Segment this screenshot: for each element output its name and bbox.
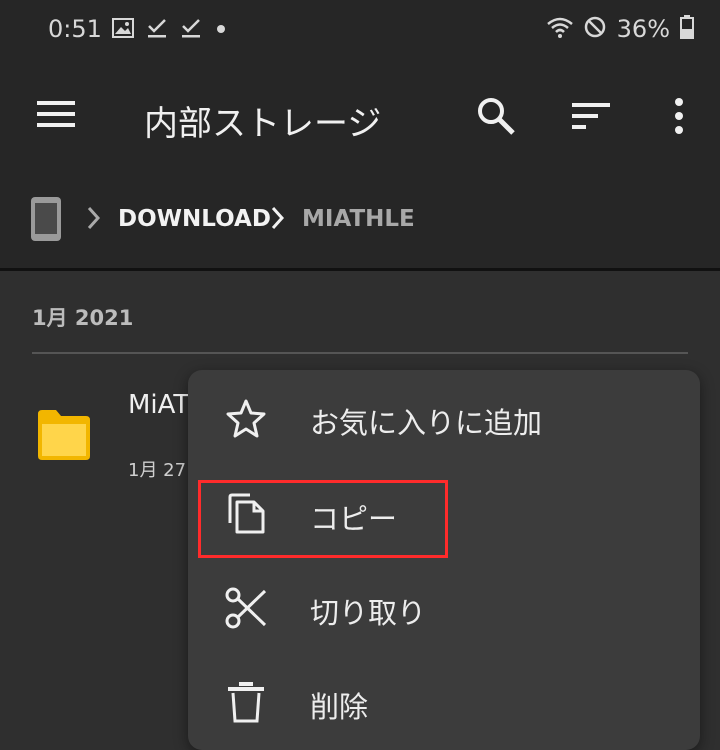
- file-name: MiAT: [128, 390, 190, 420]
- battery-percent: 36%: [616, 15, 670, 43]
- search-icon[interactable]: [474, 94, 518, 138]
- folder-icon: [38, 410, 90, 464]
- trash-icon: [224, 680, 268, 724]
- chevron-right-icon: [86, 205, 102, 235]
- dot-icon: [214, 21, 228, 40]
- menu-item-add-favorite[interactable]: お気に入りに追加: [188, 372, 700, 466]
- menu-item-label: お気に入りに追加: [310, 406, 543, 440]
- image-icon: [112, 18, 134, 42]
- check-icon: [146, 17, 168, 43]
- phone-icon[interactable]: [30, 196, 62, 246]
- app-bar: 内部ストレージ: [0, 60, 720, 170]
- battery-icon: [680, 15, 694, 43]
- do-not-disturb-icon: [583, 15, 607, 43]
- menu-item-delete[interactable]: 削除: [188, 656, 700, 750]
- wifi-icon: [546, 16, 573, 42]
- breadcrumb: DOWNLOAD MIATHLE: [0, 170, 720, 268]
- section-divider: [32, 352, 688, 354]
- chevron-right-icon: [270, 205, 286, 235]
- menu-item-label: 切り取り: [310, 596, 427, 630]
- notification-icons: [112, 17, 228, 43]
- page-title: 内部ストレージ: [144, 104, 382, 144]
- context-menu: お気に入りに追加 コピー 切り取り 削除: [188, 370, 700, 750]
- header-divider: [0, 268, 720, 271]
- menu-icon[interactable]: [36, 96, 76, 132]
- status-time: 0:51: [48, 15, 102, 43]
- file-date: 1月 27: [128, 460, 187, 481]
- menu-item-cut[interactable]: 切り取り: [188, 562, 700, 656]
- status-right: 36%: [546, 15, 694, 43]
- highlight-box: [198, 480, 448, 558]
- breadcrumb-item-download[interactable]: DOWNLOAD: [118, 206, 271, 232]
- status-bar: 0:51 36%: [0, 0, 720, 60]
- check-icon: [180, 17, 202, 43]
- section-date-label: 1月 2021: [32, 306, 134, 330]
- breadcrumb-item-miathle[interactable]: MIATHLE: [302, 206, 415, 232]
- scissors-icon: [224, 586, 268, 630]
- more-vert-icon[interactable]: [664, 94, 694, 138]
- sort-icon[interactable]: [570, 98, 612, 134]
- star-icon: [224, 396, 268, 440]
